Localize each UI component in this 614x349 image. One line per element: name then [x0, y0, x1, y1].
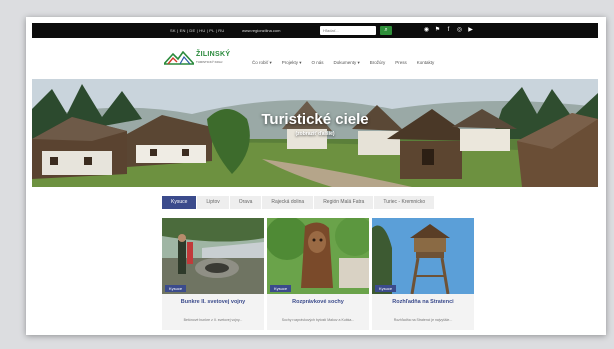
nav-item-brozury[interactable]: Brožúry: [370, 60, 386, 66]
tab-liptov[interactable]: Liptov: [197, 196, 229, 209]
tab-region-mala-fatra[interactable]: Región Malá Fatra: [314, 196, 374, 209]
tab-rajecka-dolina[interactable]: Rajecká dolina: [262, 196, 314, 209]
tab-kysuce[interactable]: Kysuce: [162, 196, 197, 209]
main-nav: Čo robiť ▾ Projekty ▾ O nás Dokumenty ▾ …: [252, 60, 434, 66]
card-region-badge: Kysuce: [375, 285, 397, 292]
nav-item-projekty[interactable]: Projekty ▾: [282, 60, 302, 66]
foursquare-icon[interactable]: ⚑: [434, 26, 441, 34]
logo-subtitle: TURISTICKÝ KRAJ: [196, 60, 223, 64]
browser-window: SK | EN | DE | HU | PL | RU www.regionzi…: [26, 17, 606, 335]
site-header: ŽILINSKÝ TURISTICKÝ KRAJ Čo robiť ▾ Proj…: [32, 38, 598, 79]
facebook-icon[interactable]: f: [445, 26, 452, 34]
card-region-badge: Kysuce: [270, 285, 292, 292]
card-title[interactable]: Rozhľadňa na Stratenci: [372, 299, 474, 305]
logo-name: ŽILINSKÝ: [196, 51, 231, 58]
card-region-badge: Kysuce: [165, 285, 187, 292]
bunker-photo: [162, 218, 264, 294]
top-bar: SK | EN | DE | HU | PL | RU www.regionzi…: [32, 23, 598, 38]
destination-card[interactable]: Kysuce Rozprávkové sochy Sochy rozprávko…: [267, 218, 369, 330]
destination-card[interactable]: Kysuce Rozhľadňa na Stratenci Rozhľadňa …: [372, 218, 474, 330]
web-page: SK | EN | DE | HU | PL | RU www.regionzi…: [32, 23, 598, 330]
search-input[interactable]: Hľadať...: [320, 26, 376, 35]
card-title[interactable]: Bunkre II. svetovej vojny: [162, 299, 264, 305]
hero-title: Turistické ciele: [261, 111, 369, 128]
nav-item-kontakty[interactable]: Kontakty: [417, 60, 435, 66]
mountain-logo-icon: [164, 51, 194, 65]
nav-item-co-robit[interactable]: Čo robiť ▾: [252, 60, 272, 66]
destination-cards: Kysuce Bunkre II. svetovej vojny Betónov…: [162, 218, 474, 330]
card-description: Rozhľadňa na Stratenci je najvyššie...: [393, 318, 453, 322]
card-title[interactable]: Rozprávkové sochy: [267, 299, 369, 305]
nav-item-dokumenty[interactable]: Dokumenty ▾: [333, 60, 359, 66]
search-icon[interactable]: ⌕: [380, 26, 392, 35]
tab-turiec-kremnicko[interactable]: Turiec - Kremnicko: [374, 196, 435, 209]
nav-item-o-nas[interactable]: O nás: [311, 60, 323, 66]
region-tabs: Kysuce Liptov Orava Rajecká dolina Regió…: [162, 196, 435, 209]
card-description: Sochy rozprávkových bytostí Makov a Kubk…: [281, 318, 355, 322]
instagram-icon[interactable]: ◎: [456, 26, 463, 34]
youtube-icon[interactable]: ▶: [467, 26, 474, 34]
hero-more-link[interactable]: (zobraziť ďalšie): [32, 131, 598, 137]
hero-banner: Turistické ciele (zobraziť ďalšie): [32, 79, 598, 187]
nav-item-press[interactable]: Press: [395, 60, 407, 66]
statue-photo: [267, 218, 369, 294]
destination-card[interactable]: Kysuce Bunkre II. svetovej vojny Betónov…: [162, 218, 264, 330]
tripadvisor-icon[interactable]: ◉: [423, 26, 430, 34]
lookout-tower-photo: [372, 218, 474, 294]
site-logo[interactable]: ŽILINSKÝ TURISTICKÝ KRAJ: [164, 49, 232, 69]
social-links: ◉ ⚑ f ◎ ▶: [423, 26, 474, 34]
site-url-link[interactable]: www.regionzilina.com: [242, 28, 280, 33]
language-switcher[interactable]: SK | EN | DE | HU | PL | RU: [170, 28, 224, 33]
card-description: Betónové bunkre z II. svetovej vojny...: [183, 318, 243, 322]
tab-orava[interactable]: Orava: [229, 196, 262, 209]
